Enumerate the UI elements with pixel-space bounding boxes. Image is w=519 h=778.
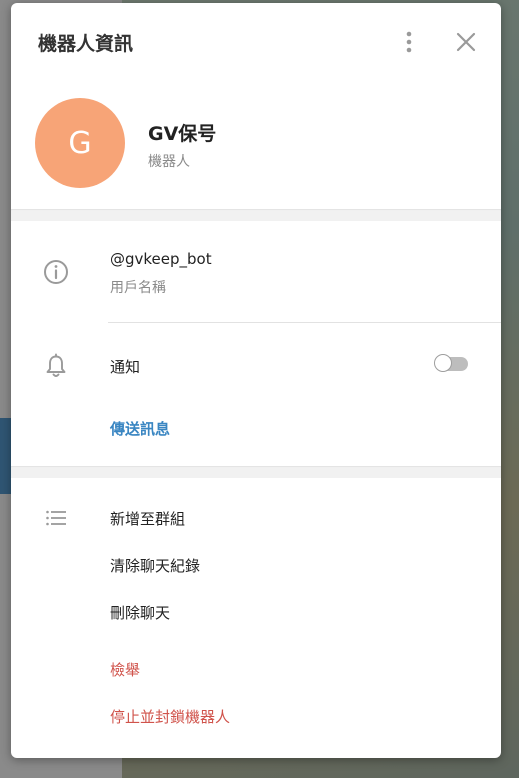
bot-type-label: 機器人 xyxy=(148,154,190,170)
close-button[interactable] xyxy=(451,27,481,57)
section-divider xyxy=(11,466,501,478)
stop-and-block-bot-button[interactable]: 停止並封鎖機器人 xyxy=(110,706,230,727)
bell-icon xyxy=(41,351,71,381)
more-vertical-icon xyxy=(406,31,412,53)
notifications-toggle[interactable] xyxy=(434,354,470,374)
report-button[interactable]: 檢舉 xyxy=(110,659,140,680)
section-divider xyxy=(11,209,501,221)
toggle-knob xyxy=(434,354,452,372)
username-caption: 用戶名稱 xyxy=(110,280,166,296)
avatar[interactable]: G xyxy=(35,98,125,188)
more-options-button[interactable] xyxy=(397,27,421,57)
send-message-button[interactable]: 傳送訊息 xyxy=(110,418,170,439)
profile-section: G GV保号 機器人 xyxy=(11,83,501,209)
clear-history-button[interactable]: 清除聊天紀錄 xyxy=(110,555,200,576)
bot-name: GV保号 xyxy=(148,123,217,145)
dialog-header: 機器人資訊 xyxy=(11,3,501,83)
info-icon xyxy=(41,257,71,287)
list-icon xyxy=(41,503,71,533)
delete-chat-button[interactable]: 刪除聊天 xyxy=(110,602,170,623)
username-value[interactable]: @gvkeep_bot xyxy=(110,250,212,268)
dialog-title: 機器人資訊 xyxy=(38,33,134,55)
close-icon xyxy=(456,32,476,52)
row-divider xyxy=(108,322,501,323)
bot-info-dialog: 機器人資訊 G GV保号 機器人 @gvkeep_bot 用戶名稱 通知 傳送訊… xyxy=(11,3,501,758)
notifications-label: 通知 xyxy=(110,358,141,376)
add-to-group-button[interactable]: 新增至群組 xyxy=(110,508,185,529)
avatar-initial: G xyxy=(68,125,92,161)
